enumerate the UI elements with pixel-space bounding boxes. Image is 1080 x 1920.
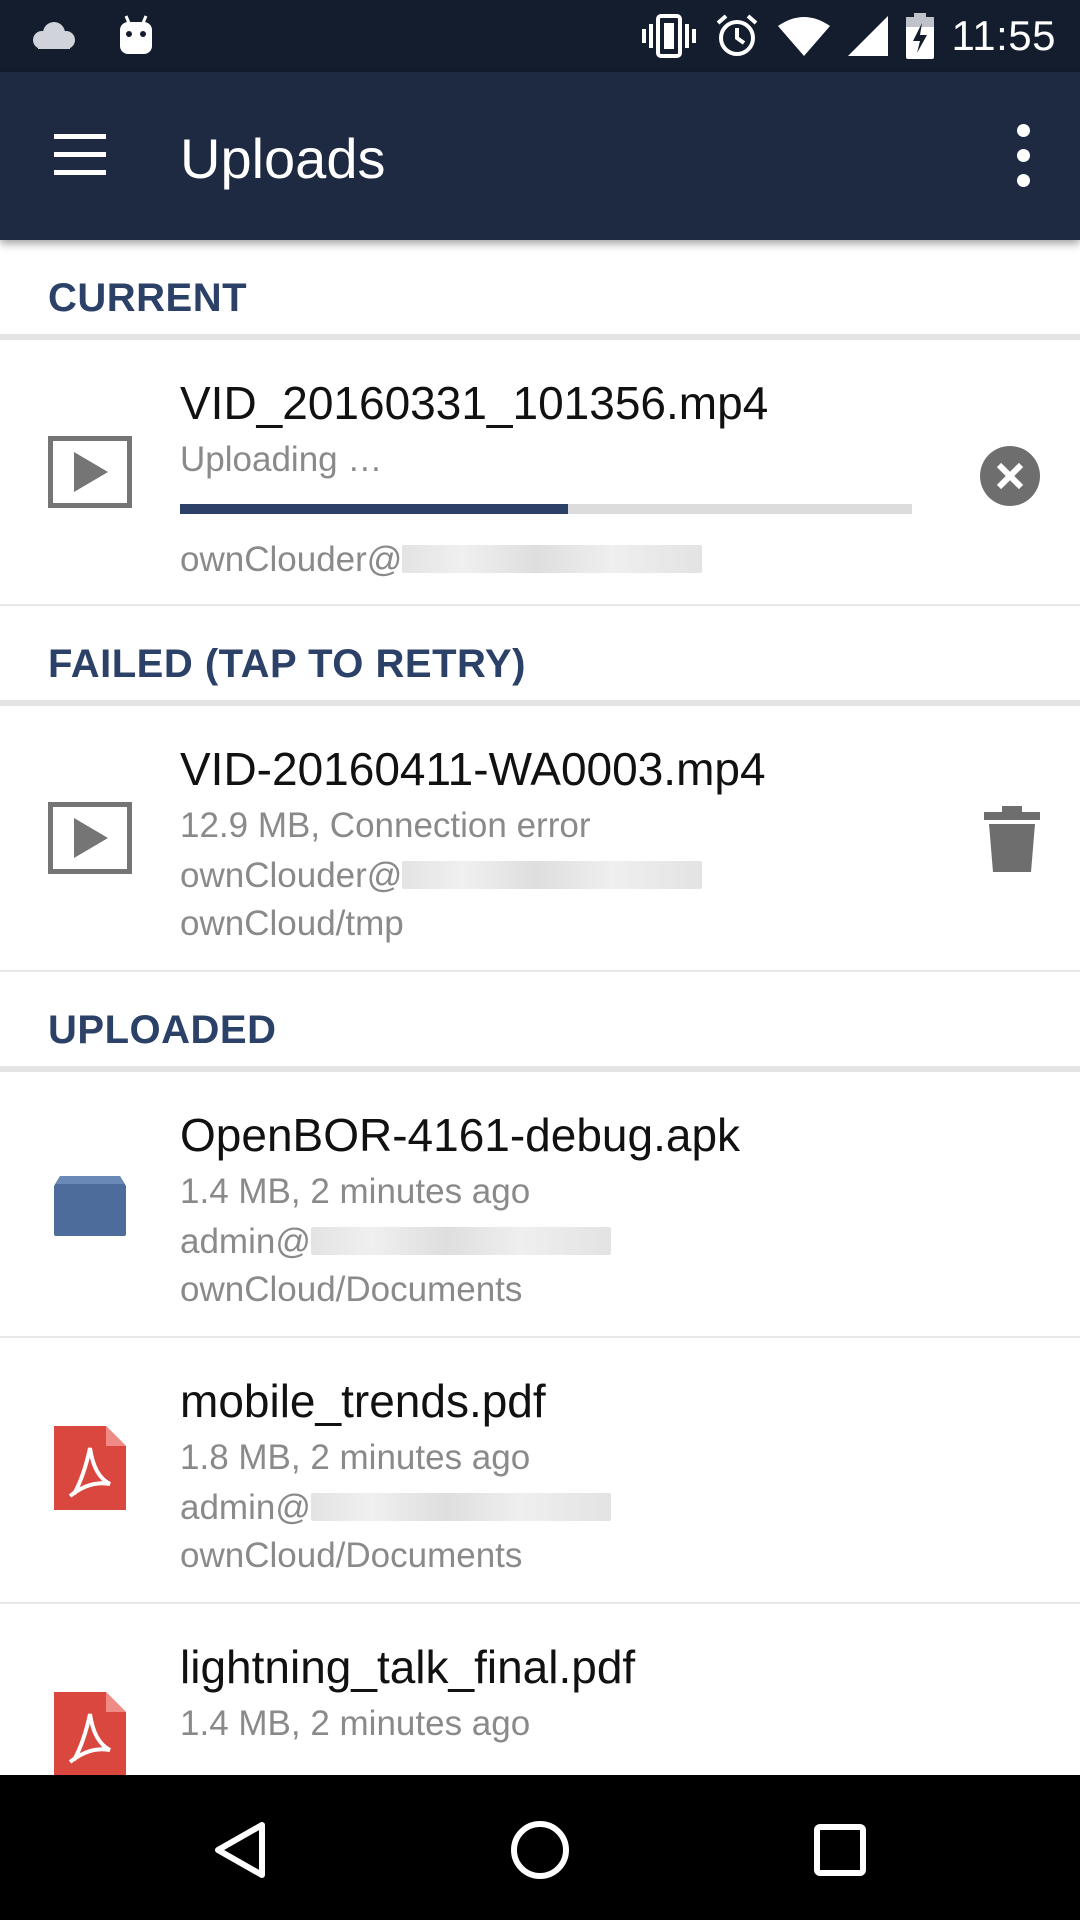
home-icon[interactable] — [495, 1805, 585, 1895]
recents-icon[interactable] — [795, 1805, 885, 1895]
file-name: lightning_talk_final.pdf — [180, 1641, 636, 1693]
video-file-icon — [48, 802, 132, 874]
file-details: 1.4 MB, 2 minutes ago — [180, 1172, 531, 1211]
upload-progress-fill — [180, 504, 568, 514]
cancel-circle-icon[interactable] — [980, 446, 1040, 506]
file-details: 1.8 MB, 2 minutes ago — [180, 1438, 531, 1477]
upload-item-current[interactable]: VID_20160331_101356.mp4 Uploading … ownC… — [0, 340, 1080, 606]
redacted-server — [310, 1493, 611, 1521]
wifi-icon — [777, 17, 830, 56]
file-name: OpenBOR-4161-debug.apk — [180, 1109, 741, 1161]
section-label: UPLOADED — [48, 1008, 277, 1052]
account-name: admin@ — [180, 1488, 311, 1527]
section-header-failed[interactable]: FAILED (TAP TO RETRY) — [0, 606, 1080, 706]
pdf-file-icon — [54, 1426, 126, 1510]
account-line: ownClouder@ — [180, 540, 703, 580]
account-line: admin@ — [180, 1488, 611, 1528]
section-label: FAILED (TAP TO RETRY) — [48, 642, 526, 686]
account-name: ownClouder@ — [180, 540, 403, 579]
account-line: admin@ — [180, 1222, 611, 1262]
section-header-uploaded: UPLOADED — [0, 972, 1080, 1072]
page-title: Uploads — [180, 127, 386, 190]
remote-path: ownCloud/Documents — [180, 1536, 523, 1575]
pdf-file-icon — [54, 1692, 126, 1775]
battery-charging-icon — [905, 13, 934, 59]
redacted-server — [402, 861, 703, 889]
clock-time: 11:55 — [951, 12, 1056, 59]
android-icon — [120, 15, 152, 54]
vibrate-icon — [641, 14, 696, 58]
redacted-server — [310, 1227, 611, 1255]
alarm-icon — [716, 14, 757, 56]
file-details: 1.4 MB, 2 minutes ago — [180, 1704, 531, 1743]
more-vert-icon[interactable] — [1004, 124, 1044, 188]
uploads-list[interactable]: CURRENT VID_20160331_101356.mp4 Uploadin… — [0, 240, 1080, 1775]
upload-item-uploaded[interactable]: lightning_talk_final.pdf 1.4 MB, 2 minut… — [0, 1604, 1080, 1775]
system-nav-bar — [0, 1775, 1080, 1920]
video-file-icon — [48, 436, 132, 508]
cloud-icon — [33, 22, 75, 49]
package-file-icon — [54, 1176, 126, 1236]
file-name: mobile_trends.pdf — [180, 1375, 546, 1427]
trash-icon[interactable] — [984, 806, 1040, 872]
account-line: ownClouder@ — [180, 856, 703, 896]
remote-path: ownCloud/tmp — [180, 904, 404, 943]
hamburger-menu-icon[interactable] — [50, 132, 110, 178]
upload-item-uploaded[interactable]: OpenBOR-4161-debug.apk 1.4 MB, 2 minutes… — [0, 1072, 1080, 1338]
back-icon[interactable] — [196, 1805, 286, 1895]
section-header-current: CURRENT — [0, 240, 1080, 340]
upload-progress-bar — [180, 504, 912, 514]
upload-item-uploaded[interactable]: mobile_trends.pdf 1.8 MB, 2 minutes ago … — [0, 1338, 1080, 1604]
file-name: VID-20160411-WA0003.mp4 — [180, 743, 766, 795]
status-bar: 11:55 — [0, 0, 1080, 72]
signal-icon — [847, 16, 888, 56]
file-details: 12.9 MB, Connection error — [180, 806, 591, 845]
redacted-server — [402, 545, 703, 573]
upload-status: Uploading … — [180, 440, 383, 479]
upload-item-failed[interactable]: VID-20160411-WA0003.mp4 12.9 MB, Connect… — [0, 706, 1080, 972]
app-bar: Uploads — [0, 72, 1080, 240]
section-label: CURRENT — [48, 276, 248, 320]
remote-path: ownCloud/Documents — [180, 1270, 523, 1309]
file-name: VID_20160331_101356.mp4 — [180, 377, 769, 429]
account-name: admin@ — [180, 1222, 311, 1261]
account-name: ownClouder@ — [180, 856, 403, 895]
